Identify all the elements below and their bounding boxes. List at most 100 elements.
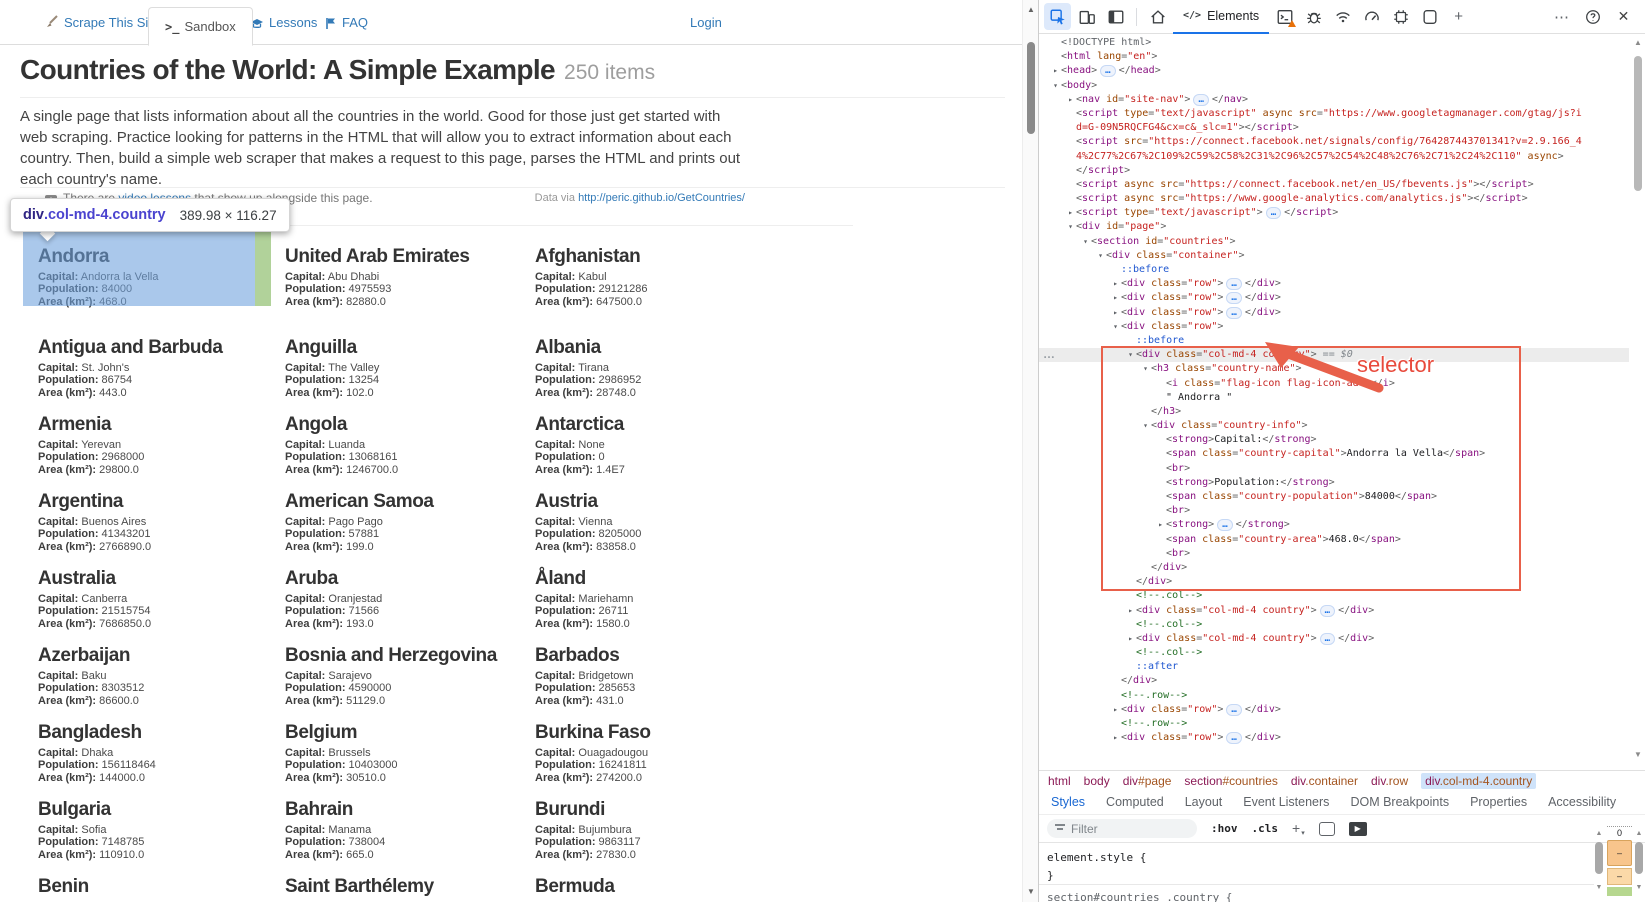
nav-tab-lessons[interactable]: Lessons xyxy=(250,0,317,45)
dom-node[interactable]: </div> xyxy=(1039,674,1629,688)
collapsed-children-icon[interactable]: … xyxy=(1266,207,1281,219)
nav-login-link[interactable]: Login xyxy=(690,0,722,45)
expand-arrow-closed-icon[interactable]: ▸ xyxy=(1110,703,1121,717)
nav-tab-sandbox[interactable]: >_Sandbox xyxy=(148,7,253,46)
dom-node[interactable]: <script src="https://connect.facebook.ne… xyxy=(1039,135,1629,149)
collapsed-children-icon[interactable]: … xyxy=(1193,94,1208,106)
breadcrumb-section#countries[interactable]: section#countries xyxy=(1184,774,1277,788)
collapsed-children-icon[interactable]: … xyxy=(1320,605,1335,617)
expand-arrow-closed-icon[interactable]: ▸ xyxy=(1125,604,1136,618)
dom-node[interactable]: <!--.col--> xyxy=(1039,618,1629,632)
add-tab-button[interactable] xyxy=(1445,3,1472,30)
tab-computed[interactable]: Computed xyxy=(1106,795,1164,809)
dom-node[interactable]: <!--.col--> xyxy=(1039,646,1629,660)
collapsed-children-icon[interactable]: … xyxy=(1226,307,1241,319)
dom-node[interactable]: ▸<head>…</head> xyxy=(1039,64,1629,78)
dom-node[interactable]: ▾<div class="row"> xyxy=(1039,320,1629,334)
network-button[interactable] xyxy=(1329,3,1356,30)
application-button[interactable] xyxy=(1416,3,1443,30)
sidebar-scrollbar[interactable] xyxy=(1633,828,1645,902)
breadcrumb-div.container[interactable]: div.container xyxy=(1291,774,1358,788)
breadcrumb-div#page[interactable]: div#page xyxy=(1123,774,1172,788)
expand-arrow-closed-icon[interactable]: ▸ xyxy=(1050,64,1061,78)
dom-node[interactable]: </script> xyxy=(1039,164,1629,178)
nav-brand-link[interactable]: Scrape This Site xyxy=(45,0,159,45)
collapsed-children-icon[interactable]: … xyxy=(1226,278,1241,290)
expand-arrow-open-icon[interactable]: ▾ xyxy=(1080,235,1091,249)
dom-node[interactable]: <span class="country-population">84000</… xyxy=(1039,490,1629,504)
styles-filter-input[interactable]: Filter xyxy=(1047,819,1197,838)
expand-arrow-closed-icon[interactable]: ▸ xyxy=(1110,731,1121,745)
dom-node[interactable]: ▾<div id="page"> xyxy=(1039,220,1629,234)
dom-node[interactable]: ▸<div class="col-md-4 country">…</div> xyxy=(1039,632,1629,646)
dom-node[interactable]: <br> xyxy=(1039,462,1629,476)
dom-node[interactable]: ▾<body> xyxy=(1039,79,1629,93)
breadcrumb-div.row[interactable]: div.row xyxy=(1371,774,1408,788)
expand-arrow-closed-icon[interactable]: ▸ xyxy=(1065,93,1076,107)
dom-node[interactable]: " Andorra " xyxy=(1039,391,1629,405)
dom-node[interactable]: ▾<h3 class="country-name"> xyxy=(1039,362,1629,376)
dom-node[interactable]: <span class="country-capital">Andorra la… xyxy=(1039,447,1629,461)
tab-event-listeners[interactable]: Event Listeners xyxy=(1243,795,1329,809)
collapsed-children-icon[interactable]: … xyxy=(1320,633,1335,645)
debugger-button[interactable] xyxy=(1300,3,1327,30)
collapsed-children-icon[interactable]: … xyxy=(1226,732,1241,744)
expand-arrow-open-icon[interactable]: ▾ xyxy=(1050,79,1061,93)
dom-node[interactable]: ::before xyxy=(1039,263,1629,277)
breadcrumb-div.col-md-4.country[interactable]: div.col-md-4.country xyxy=(1421,773,1536,789)
collapsed-children-icon[interactable]: … xyxy=(1100,65,1115,77)
help-button[interactable] xyxy=(1579,3,1606,30)
dom-node[interactable]: ::after xyxy=(1039,660,1629,674)
welcome-home-button[interactable] xyxy=(1144,3,1171,30)
node-overflow-menu-icon[interactable]: … xyxy=(1043,347,1056,361)
expand-arrow-closed-icon[interactable]: ▸ xyxy=(1110,277,1121,291)
scroll-down-arrow-icon[interactable] xyxy=(1631,750,1645,759)
performance-button[interactable] xyxy=(1358,3,1385,30)
dom-node[interactable]: </div> xyxy=(1039,575,1629,589)
expand-arrow-open-icon[interactable]: ▾ xyxy=(1140,419,1151,433)
collapsed-children-icon[interactable]: … xyxy=(1217,519,1232,531)
expand-arrow-closed-icon[interactable]: ▸ xyxy=(1110,306,1121,320)
dom-node[interactable]: <!--.row--> xyxy=(1039,717,1629,731)
dom-node[interactable]: <strong>Capital:</strong> xyxy=(1039,433,1629,447)
toggle-classes-button[interactable]: .cls xyxy=(1252,822,1279,835)
device-emulation-button[interactable] xyxy=(1073,3,1100,30)
data-source-link[interactable]: http://peric.github.io/GetCountries/ xyxy=(578,192,745,204)
expand-arrow-open-icon[interactable]: ▾ xyxy=(1125,348,1136,362)
dom-node[interactable]: ▾<div class="container"> xyxy=(1039,249,1629,263)
nav-tab-faq[interactable]: FAQ xyxy=(325,0,368,45)
dom-node[interactable]: <!--.col--> xyxy=(1039,589,1629,603)
grid-overlay-icon[interactable] xyxy=(1319,822,1335,836)
console-button[interactable] xyxy=(1271,3,1298,30)
toggle-hover-states-button[interactable]: :hov xyxy=(1211,822,1238,835)
dom-tree-scrollbar[interactable] xyxy=(1631,36,1645,768)
dom-node[interactable]: <html lang="en"> xyxy=(1039,50,1629,64)
dom-node[interactable]: 4%2C77%2C67%2C109%2C59%2C58%2C31%2C96%2C… xyxy=(1039,150,1629,164)
scroll-up-arrow-icon[interactable] xyxy=(1633,830,1645,837)
expand-arrow-closed-icon[interactable]: ▸ xyxy=(1065,206,1076,220)
scroll-up-arrow-icon[interactable] xyxy=(1593,830,1605,837)
dom-node[interactable]: ▸<div class="row">…</div> xyxy=(1039,703,1629,717)
dom-node[interactable]: ▾<div class="country-info"> xyxy=(1039,419,1629,433)
tab-accessibility[interactable]: Accessibility xyxy=(1548,795,1616,809)
dom-node[interactable]: <script async src="https://connect.faceb… xyxy=(1039,178,1629,192)
scroll-down-arrow-icon[interactable] xyxy=(1593,884,1605,891)
collapsed-children-icon[interactable]: … xyxy=(1226,292,1241,304)
scroll-down-arrow-icon[interactable] xyxy=(1023,885,1039,899)
dom-node[interactable]: ▾<section id="countries"> xyxy=(1039,235,1629,249)
dom-node[interactable]: <!--.row--> xyxy=(1039,689,1629,703)
new-style-rule-button[interactable]: + xyxy=(1292,820,1305,837)
computed-sidebar-toggle-icon[interactable] xyxy=(1349,822,1367,836)
activity-bar-toggle-button[interactable] xyxy=(1102,3,1129,30)
tab-layout[interactable]: Layout xyxy=(1185,795,1223,809)
tab-dom-breakpoints[interactable]: DOM Breakpoints xyxy=(1350,795,1449,809)
tab-elements[interactable]: Elements xyxy=(1173,0,1269,34)
expand-arrow-open-icon[interactable]: ▾ xyxy=(1140,362,1151,376)
dom-node[interactable]: d=G-09N5RQCFG4&cx=c&_slc=1"></script> xyxy=(1039,121,1629,135)
element-style-rule[interactable]: element.style { xyxy=(1047,849,1594,867)
scrollbar-thumb[interactable] xyxy=(1595,842,1603,874)
expand-arrow-closed-icon[interactable]: ▸ xyxy=(1110,291,1121,305)
styles-scrollbar[interactable] xyxy=(1593,828,1605,902)
page-scrollbar-thumb[interactable] xyxy=(1027,42,1035,134)
dom-node[interactable]: <br> xyxy=(1039,547,1629,561)
